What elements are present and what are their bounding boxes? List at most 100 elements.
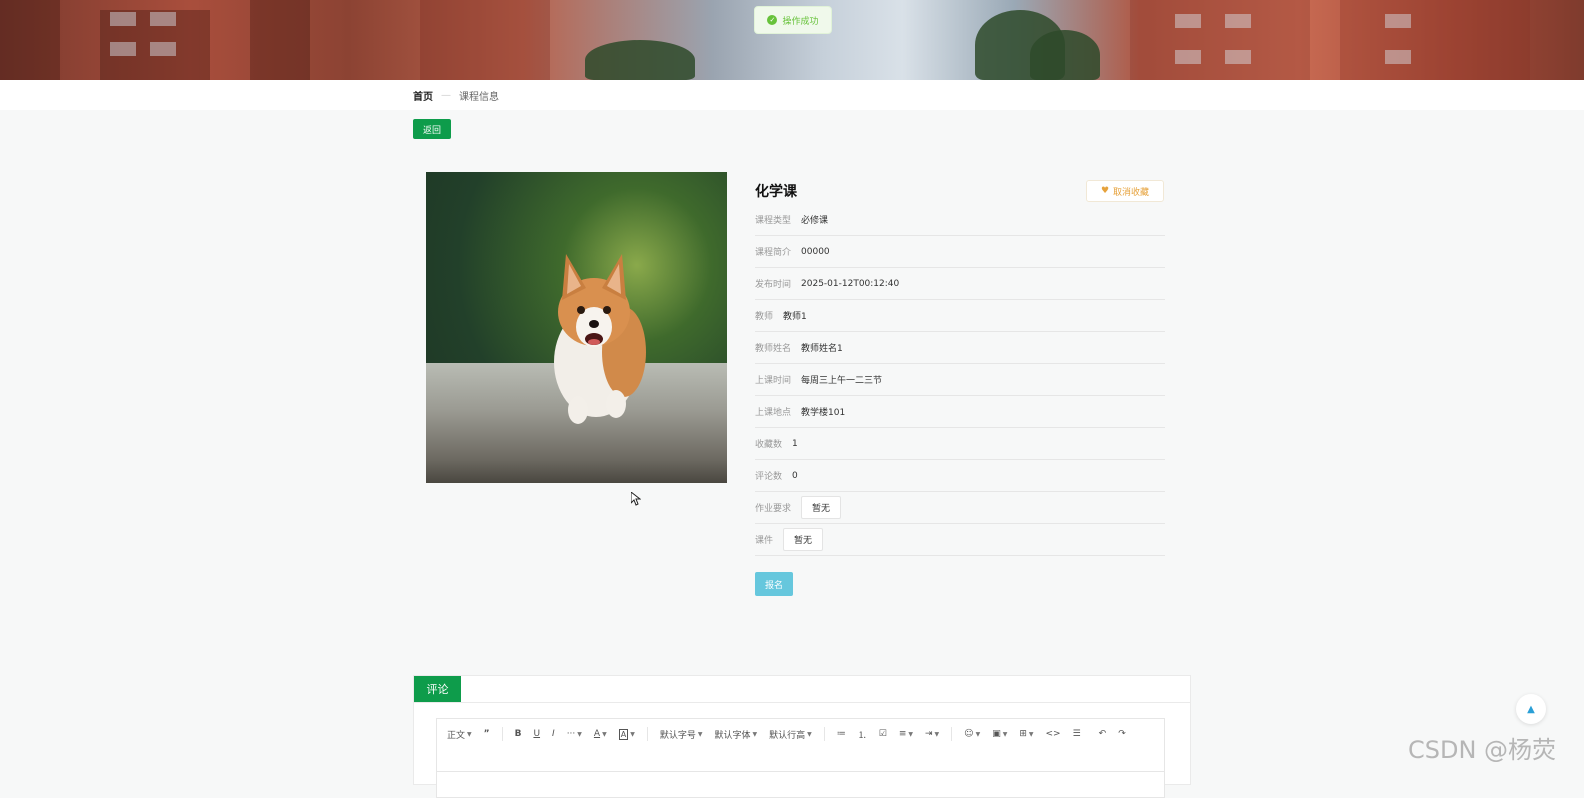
field-value: 1 — [792, 438, 798, 449]
chevron-down-icon: ▼ — [630, 730, 635, 738]
corgi-illustration — [554, 254, 646, 424]
font-family-label: 默认字体 — [714, 730, 751, 741]
align-button[interactable]: ≡ ▼ — [899, 725, 913, 743]
success-toast: ✓ 操作成功 — [754, 6, 832, 34]
comment-editor[interactable]: 正文 ▼ ” B U I ··· ▼ A ▼ A ▼ 默认字号 ▼ 默认字体 ▼ 默认行高 ▼… — [436, 718, 1165, 798]
todo-list-icon[interactable]: ☑ — [879, 725, 887, 743]
field-value: 00000 — [801, 246, 830, 257]
chevron-down-icon: ▼ — [602, 730, 607, 738]
breadcrumb: 首页 — 课程信息 — [413, 88, 499, 103]
bullet-list-icon[interactable]: ≔ — [837, 725, 846, 743]
chevron-down-icon: ▼ — [908, 730, 913, 738]
underline-button[interactable]: U — [533, 725, 540, 743]
more-format-button[interactable]: ··· ▼ — [567, 725, 582, 743]
bold-button[interactable]: B — [515, 725, 522, 743]
course-image — [426, 172, 727, 483]
field-label: 教师 — [755, 312, 774, 322]
font-color-icon: A — [593, 729, 601, 739]
field-row: 上课时间 每周三上午一二三节 — [755, 364, 1165, 396]
chevron-down-icon: ▼ — [577, 730, 582, 738]
table-icon: ⊞ — [1019, 729, 1027, 739]
editor-content-divider — [437, 771, 1164, 772]
indent-button[interactable]: ⇥ ▼ — [925, 725, 939, 743]
signup-button[interactable]: 报名 — [755, 572, 793, 596]
emoji-icon: ☺ — [964, 729, 974, 739]
more-icon: ··· — [566, 729, 576, 739]
field-row: 教师姓名 教师姓名1 — [755, 332, 1165, 364]
background-color-icon: A — [618, 728, 629, 740]
field-row: 课程简介 00000 — [755, 236, 1165, 268]
chevron-down-icon: ▼ — [1028, 730, 1034, 738]
toolbar-divider — [501, 727, 503, 741]
divider-line-icon[interactable]: ☰ — [1073, 725, 1081, 743]
field-label: 收藏数 — [755, 440, 783, 450]
field-value: 0 — [792, 470, 798, 481]
italic-button[interactable]: I — [552, 725, 555, 743]
toast-text: 操作成功 — [782, 16, 819, 27]
comment-section: 评论 正文 ▼ ” B U I ··· ▼ A ▼ A ▼ 默认字号 ▼ 默认字体 ▼ 默认… — [413, 675, 1191, 798]
field-value: 教学楼101 — [801, 408, 846, 418]
field-label: 作业要求 — [755, 504, 792, 514]
undo-icon[interactable]: ↶ — [1099, 725, 1107, 743]
scroll-to-top-button[interactable]: ▲ — [1516, 694, 1546, 724]
breadcrumb-home[interactable]: 首页 — [413, 88, 433, 103]
favorite-button[interactable]: ♥ 取消收藏 — [1086, 180, 1164, 202]
chevron-down-icon: ▼ — [697, 730, 703, 738]
toolbar-divider — [951, 727, 953, 741]
paragraph-style-label: 正文 — [447, 730, 466, 741]
numbered-list-icon[interactable]: ⒈ — [858, 725, 867, 743]
emoji-button[interactable]: ☺ ▼ — [964, 725, 980, 743]
breadcrumb-bar: 首页 — 课程信息 — [0, 80, 1584, 110]
breadcrumb-current: 课程信息 — [459, 92, 499, 103]
chevron-down-icon: ▼ — [934, 730, 940, 738]
back-button[interactable]: 返回 — [413, 119, 451, 139]
chevron-down-icon: ▼ — [975, 730, 981, 738]
line-height-select[interactable]: 默认行高 ▼ — [769, 725, 812, 743]
font-size-label: 默认字号 — [659, 730, 696, 741]
homework-tag[interactable]: 暂无 — [801, 496, 842, 519]
chevron-down-icon: ▼ — [752, 730, 758, 738]
code-icon[interactable]: <> — [1046, 725, 1061, 743]
image-button[interactable]: ▣ ▼ — [992, 725, 1007, 743]
field-label: 课件 — [755, 536, 774, 546]
table-button[interactable]: ⊞ ▼ — [1019, 725, 1033, 743]
quote-button[interactable]: ” — [484, 725, 490, 743]
field-row: 作业要求 暂无 — [755, 492, 1165, 524]
chevron-down-icon: ▼ — [1002, 730, 1008, 738]
field-label: 课程简介 — [755, 248, 792, 258]
indent-icon: ⇥ — [925, 729, 933, 739]
field-row: 收藏数 1 — [755, 428, 1165, 460]
font-family-select[interactable]: 默认字体 ▼ — [714, 725, 757, 743]
breadcrumb-separator: — — [441, 90, 451, 101]
tab-comments[interactable]: 评论 — [414, 676, 461, 702]
chevron-down-icon: ▼ — [807, 730, 812, 738]
field-label: 发布时间 — [755, 280, 792, 290]
comment-divider — [414, 702, 1190, 703]
editor-toolbar: 正文 ▼ ” B U I ··· ▼ A ▼ A ▼ 默认字号 ▼ 默认字体 ▼ 默认行高 ▼… — [447, 725, 1157, 743]
field-label: 教师姓名 — [755, 344, 792, 354]
favorite-button-label: 取消收藏 — [1113, 187, 1150, 198]
field-label: 课程类型 — [755, 216, 792, 226]
field-value: 每周三上午一二三节 — [801, 376, 883, 386]
field-value: 必修课 — [801, 216, 829, 226]
watermark-text: CSDN @杨荧 — [1408, 736, 1557, 764]
field-row: 课程类型 必修课 — [755, 204, 1165, 236]
course-info: 化学课 ♥ 取消收藏 课程类型 必修课 课程简介 00000 发布时间 2025-01… — [755, 180, 1165, 556]
field-value: 教师1 — [783, 312, 807, 322]
paragraph-style-select[interactable]: 正文 ▼ — [447, 725, 472, 743]
font-color-button[interactable]: A ▼ — [594, 725, 607, 743]
field-label: 评论数 — [755, 472, 783, 482]
font-size-select[interactable]: 默认字号 ▼ — [660, 725, 703, 743]
redo-icon[interactable]: ↷ — [1118, 725, 1126, 743]
field-value: 教师姓名1 — [801, 344, 843, 354]
field-row: 评论数 0 — [755, 460, 1165, 492]
field-value: 2025-01-12T00:12:40 — [801, 278, 900, 289]
align-left-icon: ≡ — [898, 729, 907, 739]
courseware-tag[interactable]: 暂无 — [783, 528, 824, 551]
field-row: 发布时间 2025-01-12T00:12:40 — [755, 268, 1165, 300]
field-label: 上课时间 — [755, 376, 792, 386]
field-row: 上课地点 教学楼101 — [755, 396, 1165, 428]
background-color-button[interactable]: A ▼ — [618, 725, 635, 743]
heart-icon: ♥ — [1100, 186, 1110, 196]
toolbar-divider — [823, 727, 825, 741]
